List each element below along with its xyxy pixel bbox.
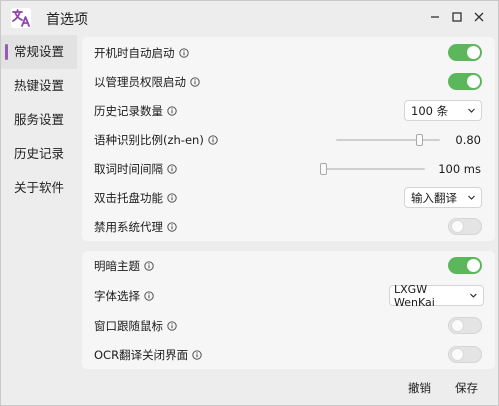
- close-icon: [474, 12, 484, 22]
- maximize-icon: [452, 12, 462, 22]
- chevron-down-icon: [470, 293, 477, 298]
- save-button[interactable]: 保存: [451, 378, 482, 398]
- lang-ratio-value: 0.80: [455, 132, 481, 147]
- minimize-icon: [431, 16, 439, 18]
- setting-label: 禁用系统代理: [94, 219, 163, 234]
- minimize-button[interactable]: [424, 6, 446, 28]
- setting-row-font: 字体选择 LXGW WenKai: [82, 281, 495, 310]
- preferences-window: 首选项 常规设置 热键设置 服务设置 历史记录 关于软件 开机时自动启动 以管理…: [0, 0, 499, 406]
- setting-label: 语种识别比例(zh-en): [94, 132, 204, 147]
- fetch-interval-value: 100 ms: [438, 161, 481, 176]
- sidebar-item-about[interactable]: 关于软件: [1, 171, 77, 205]
- disable-proxy-toggle[interactable]: [448, 218, 482, 235]
- window-title: 首选项: [46, 12, 88, 28]
- sidebar-item-label: 历史记录: [14, 146, 65, 161]
- setting-label: 开机时自动启动: [94, 45, 175, 60]
- sidebar-item-label: 服务设置: [14, 112, 65, 127]
- cancel-button[interactable]: 撤销: [404, 378, 435, 398]
- info-icon: [167, 163, 177, 174]
- setting-row-ocr-close: OCR翻译关闭界面: [82, 340, 495, 369]
- setting-label: 字体选择: [94, 288, 140, 303]
- info-icon: [167, 221, 177, 232]
- setting-label: OCR翻译关闭界面: [94, 347, 189, 362]
- select-value: 100 条: [411, 103, 449, 118]
- setting-label: 窗口跟随鼠标: [94, 318, 163, 333]
- setting-row-lang-ratio: 语种识别比例(zh-en) 0.80: [82, 125, 495, 154]
- translate-logo-icon: [11, 8, 31, 28]
- info-icon: [192, 349, 202, 360]
- admin-start-toggle[interactable]: [448, 73, 482, 90]
- tray-double-click-select[interactable]: 输入翻译: [404, 187, 482, 208]
- close-button[interactable]: [468, 6, 490, 28]
- setting-label: 取词时间间隔: [94, 161, 163, 176]
- chevron-down-icon: [468, 195, 475, 200]
- info-icon: [208, 134, 218, 145]
- setting-row-tray-double-click: 双击托盘功能 输入翻译: [82, 183, 495, 212]
- follow-mouse-toggle[interactable]: [448, 317, 482, 334]
- appearance-settings-card: 明暗主题 字体选择 LXGW WenKai 窗口跟随鼠标 OCR翻译关闭界面: [82, 251, 495, 369]
- info-icon: [190, 76, 200, 87]
- lang-ratio-slider[interactable]: [336, 134, 440, 146]
- setting-row-follow-mouse: 窗口跟随鼠标: [82, 311, 495, 340]
- sidebar-item-label: 常规设置: [14, 44, 65, 59]
- autostart-toggle[interactable]: [448, 44, 482, 61]
- sidebar-item-history[interactable]: 历史记录: [1, 137, 77, 171]
- chevron-down-icon: [468, 108, 475, 113]
- setting-row-fetch-interval: 取词时间间隔 100 ms: [82, 154, 495, 183]
- setting-row-disable-proxy: 禁用系统代理: [82, 212, 495, 241]
- sidebar-item-hotkeys[interactable]: 热键设置: [1, 69, 77, 103]
- ocr-close-toggle[interactable]: [448, 346, 482, 363]
- sidebar: 常规设置 热键设置 服务设置 历史记录 关于软件: [1, 35, 77, 205]
- maximize-button[interactable]: [446, 6, 468, 28]
- general-settings-card: 开机时自动启动 以管理员权限启动 历史记录数量 100 条 语种识别比例(zh-…: [82, 37, 495, 241]
- sidebar-item-general[interactable]: 常规设置: [1, 35, 77, 69]
- setting-row-dark-theme: 明暗主题: [82, 251, 495, 280]
- history-count-select[interactable]: 100 条: [404, 100, 482, 121]
- title-bar: 首选项: [1, 1, 498, 35]
- setting-label: 历史记录数量: [94, 103, 163, 118]
- slider-thumb[interactable]: [416, 134, 424, 146]
- info-icon: [167, 320, 177, 331]
- select-value: 输入翻译: [411, 190, 457, 205]
- info-icon: [167, 192, 177, 203]
- info-icon: [144, 260, 154, 271]
- setting-row-admin-start: 以管理员权限启动: [82, 67, 495, 96]
- font-select[interactable]: LXGW WenKai: [389, 282, 484, 309]
- setting-row-autostart: 开机时自动启动: [82, 38, 495, 67]
- setting-row-history-count: 历史记录数量 100 条: [82, 96, 495, 125]
- sidebar-item-services[interactable]: 服务设置: [1, 103, 77, 137]
- info-icon: [167, 105, 177, 116]
- setting-label: 双击托盘功能: [94, 190, 163, 205]
- sidebar-item-label: 热键设置: [14, 78, 65, 93]
- info-icon: [144, 290, 154, 301]
- select-value: LXGW WenKai: [394, 282, 435, 309]
- slider-thumb[interactable]: [320, 163, 327, 175]
- fetch-interval-slider[interactable]: [320, 163, 425, 175]
- info-icon: [178, 47, 189, 58]
- setting-label: 以管理员权限启动: [94, 74, 186, 89]
- sidebar-item-label: 关于软件: [14, 180, 65, 195]
- dark-theme-toggle[interactable]: [448, 257, 482, 274]
- setting-label: 明暗主题: [94, 258, 140, 273]
